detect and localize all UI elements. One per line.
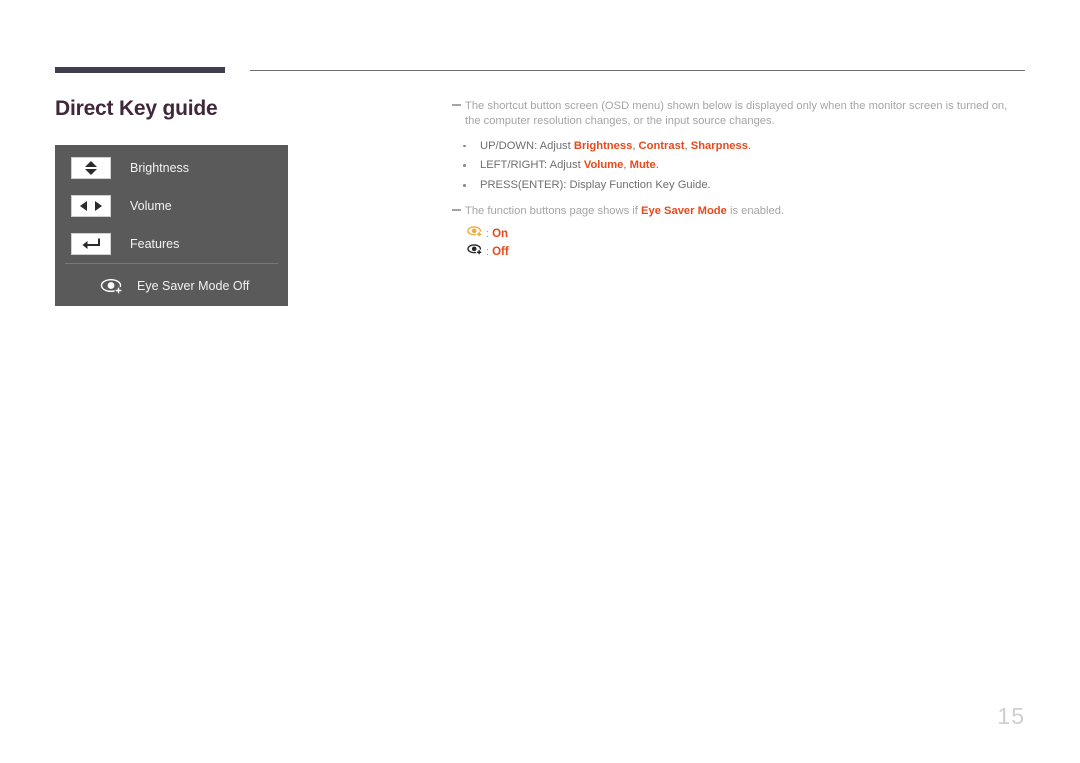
legend-value-off: Off: [492, 245, 509, 258]
bullet-press-enter: PRESS(ENTER): Display Function Key Guide…: [452, 176, 1012, 196]
bullet-dot-icon: [463, 144, 466, 148]
up-down-arrows-icon: [71, 157, 111, 179]
key-action-bullets: UP/DOWN: Adjust Brightness, Contrast, Sh…: [452, 137, 1012, 196]
bullet-dot-icon: [463, 164, 466, 167]
osd-row-eye-saver-mode[interactable]: Eye Saver Mode Off: [55, 267, 288, 305]
eye-saver-on-icon: [467, 225, 484, 243]
term-mute: Mute: [629, 159, 656, 172]
left-right-arrows-icon: [71, 195, 111, 217]
header-accent-bar: [55, 67, 225, 73]
legend-row-off: : Off: [467, 243, 1012, 261]
note-dash-icon: [452, 208, 461, 211]
osd-row-label: Features: [130, 237, 180, 251]
note-osd-availability: The shortcut button screen (OSD menu) sh…: [452, 99, 1012, 129]
osd-row-label: Volume: [130, 199, 172, 213]
legend-row-on: : On: [467, 225, 1012, 243]
term-volume: Volume: [583, 159, 624, 172]
bullet-prefix: UP/DOWN: Adjust: [480, 139, 574, 152]
term-contrast: Contrast: [638, 139, 685, 152]
bullet-prefix: PRESS(ENTER): Display Function Key Guide…: [480, 179, 711, 192]
term-sharpness: Sharpness: [690, 139, 748, 152]
osd-menu-panel: Brightness Volume Features Eye Saver Mod…: [55, 145, 288, 306]
eye-saver-off-icon: [467, 243, 484, 261]
legend-separator: :: [486, 227, 490, 240]
eye-saver-legend: : On : Off: [452, 225, 1012, 261]
osd-eye-saver-label: Eye Saver Mode Off: [137, 279, 250, 293]
osd-divider: [65, 263, 278, 264]
osd-row-brightness[interactable]: Brightness: [55, 149, 288, 187]
bullet-suffix: .: [655, 159, 659, 172]
legend-separator: :: [486, 245, 490, 258]
notes-column: The shortcut button screen (OSD menu) sh…: [452, 99, 1012, 261]
osd-row-volume[interactable]: Volume: [55, 187, 288, 225]
bullet-prefix: LEFT/RIGHT: Adjust: [480, 159, 584, 172]
note2-prefix: The function buttons page shows if: [465, 204, 642, 217]
note2-suffix: is enabled.: [726, 204, 785, 217]
bullet-dot-icon: [463, 184, 466, 187]
legend-value-on: On: [492, 227, 509, 240]
page-title: Direct Key guide: [55, 97, 218, 120]
osd-row-features[interactable]: Features: [55, 225, 288, 263]
term-eye-saver-mode: Eye Saver Mode: [641, 204, 727, 217]
term-brightness: Brightness: [573, 139, 633, 152]
header-thin-rule: [250, 70, 1025, 71]
note-dash-icon: [452, 104, 461, 106]
eye-saver-off-icon: [100, 277, 126, 295]
enter-return-arrow-icon: [71, 233, 111, 255]
page-number: 15: [997, 703, 1025, 729]
page-header-rules: [0, 0, 1080, 80]
bullet-suffix: .: [747, 139, 752, 152]
osd-row-label: Brightness: [130, 161, 190, 175]
bullet-left-right: LEFT/RIGHT: Adjust Volume, Mute.: [452, 156, 1012, 176]
note-text: The shortcut button screen (OSD menu) sh…: [465, 100, 1008, 127]
note-eye-saver-condition: The function buttons page shows if Eye S…: [452, 204, 1012, 219]
bullet-up-down: UP/DOWN: Adjust Brightness, Contrast, Sh…: [452, 137, 1012, 157]
